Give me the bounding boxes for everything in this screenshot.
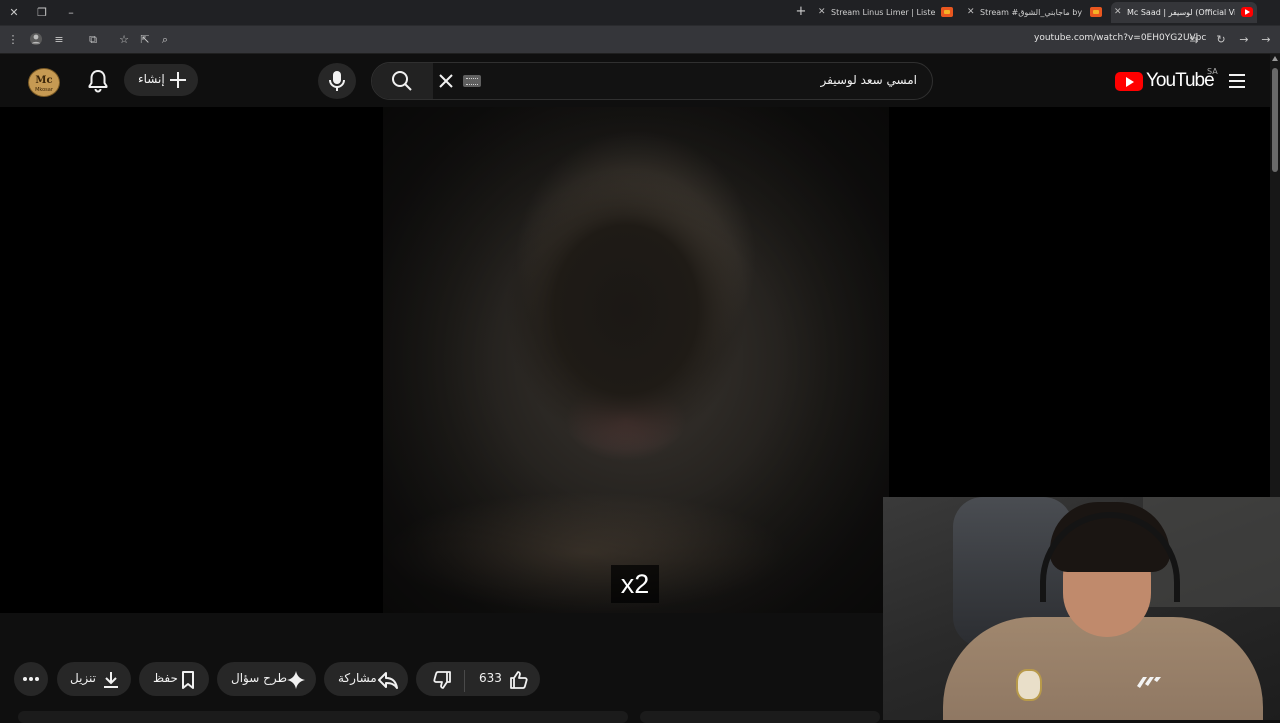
- webcam-overlay: [883, 497, 1280, 720]
- tab-close-icon[interactable]: ✕: [818, 2, 826, 23]
- tab-title: Stream Linus Limer | Listen to: [831, 8, 935, 17]
- search-input[interactable]: امسي سعد لوسيفر: [821, 73, 917, 87]
- youtube-header: Mc Mkosar إنشاء امسي سعد لوسيفر YouTube …: [0, 54, 1270, 107]
- tab-mc-saad-lucifer[interactable]: ✕ Mc Saad | لوسيفر (Official Visu: [1111, 2, 1257, 23]
- like-icon[interactable]: [507, 669, 529, 691]
- forward-icon[interactable]: →: [1236, 32, 1252, 48]
- close-window-icon[interactable]: ✕: [5, 4, 23, 21]
- search-icon: [392, 71, 412, 91]
- zoom-icon[interactable]: ⌕: [157, 32, 173, 48]
- tab-linus-limer[interactable]: ✕ Stream Linus Limer | Listen to: [815, 2, 957, 23]
- profile-icon[interactable]: [28, 32, 44, 48]
- more-actions-button[interactable]: [14, 662, 48, 696]
- share-page-icon[interactable]: ⇱: [137, 32, 153, 48]
- save-label: حفظ: [153, 671, 178, 685]
- bookmark-icon: [182, 671, 194, 689]
- reading-list-icon[interactable]: ≡: [51, 32, 67, 48]
- description-box-edge: [18, 711, 628, 723]
- search-button[interactable]: [372, 63, 433, 99]
- like-count[interactable]: 633: [479, 671, 502, 685]
- video-frame[interactable]: [383, 107, 889, 613]
- create-label: إنشاء: [138, 72, 165, 86]
- avatar-subtext: Mkosar: [35, 87, 53, 93]
- youtube-favicon-icon: [1241, 7, 1253, 17]
- soundcloud-favicon-icon: [941, 7, 953, 17]
- minimize-window-icon[interactable]: –: [62, 4, 80, 21]
- save-button[interactable]: حفظ: [139, 662, 209, 696]
- video-actions-row: تنزيل حفظ طرح سؤال مشاركة 633: [0, 660, 880, 696]
- ask-question-button[interactable]: طرح سؤال: [217, 662, 316, 696]
- download-label: تنزيل: [70, 671, 97, 685]
- youtube-logo[interactable]: YouTube: [1115, 70, 1215, 93]
- menu-dots-icon[interactable]: ⋮: [5, 32, 21, 48]
- like-dislike-group: 633: [416, 662, 540, 696]
- tab-title: Mc Saad | لوسيفر (Official Visu: [1127, 8, 1235, 17]
- sparkle-icon: [287, 671, 305, 689]
- guide-menu-icon[interactable]: [1226, 72, 1248, 90]
- share-label: مشاركة: [338, 671, 377, 685]
- more-dots-icon: [23, 677, 39, 681]
- download-button[interactable]: تنزيل: [57, 662, 131, 696]
- region-code: SA: [1207, 67, 1218, 76]
- keyboard-icon[interactable]: [463, 75, 481, 87]
- tab-majabni-alshoug[interactable]: ✕ Stream #ماجابني_الشوق by stei: [964, 2, 1106, 23]
- dislike-icon[interactable]: [432, 669, 454, 691]
- search-box[interactable]: امسي سعد لوسيفر: [371, 62, 933, 100]
- youtube-wordmark: YouTube: [1146, 70, 1215, 91]
- soundcloud-favicon-icon: [1090, 7, 1102, 17]
- video-vignette: [383, 107, 889, 613]
- browser-tab-strip: ✕ ❐ – + ✕ Stream Linus Limer | Listen to…: [0, 0, 1280, 26]
- club-crest-icon: [1016, 669, 1042, 701]
- site-settings-icon[interactable]: ⇆: [1186, 32, 1202, 48]
- tab-title: Stream #ماجابني_الشوق by stei: [980, 8, 1084, 17]
- plus-icon: [170, 72, 186, 88]
- like-divider: [464, 670, 465, 692]
- extensions-icon[interactable]: ⧉: [85, 32, 101, 48]
- address-bar-url[interactable]: youtube.com/watch?v=0EH0YG2UVbc: [1034, 33, 1206, 43]
- tab-close-icon[interactable]: ✕: [1114, 2, 1122, 23]
- scrollbar-thumb[interactable]: [1272, 68, 1278, 172]
- adidas-logo-icon: [1137, 677, 1161, 688]
- comments-box-edge: [640, 711, 880, 723]
- share-button[interactable]: مشاركة: [324, 662, 408, 696]
- scroll-up-arrow-icon[interactable]: [1272, 56, 1278, 61]
- clear-search-icon[interactable]: [434, 69, 458, 93]
- youtube-play-icon: [1115, 72, 1143, 91]
- ask-label: طرح سؤال: [231, 671, 288, 685]
- avatar[interactable]: Mc Mkosar: [28, 68, 60, 97]
- tab-close-icon[interactable]: ✕: [967, 2, 975, 23]
- bookmark-star-icon[interactable]: ☆: [116, 32, 132, 48]
- microphone-icon: [329, 71, 345, 91]
- download-icon: [104, 672, 118, 688]
- share-arrow-icon: [378, 672, 398, 689]
- back-icon[interactable]: →: [1258, 32, 1274, 48]
- browser-toolbar: ⋮ ≡ ⧉ ☆ ⇱ ⌕ youtube.com/watch?v=0EH0YG2U…: [0, 26, 1280, 54]
- voice-search-button[interactable]: [318, 63, 356, 99]
- notifications-bell-icon[interactable]: [86, 68, 110, 94]
- reload-icon[interactable]: ↻: [1213, 32, 1229, 48]
- restore-window-icon[interactable]: ❐: [33, 4, 51, 21]
- playback-speed-indicator: x2: [611, 565, 659, 603]
- avatar-initials: Mc: [35, 75, 53, 86]
- create-button[interactable]: إنشاء: [124, 64, 198, 96]
- new-tab-button[interactable]: +: [793, 4, 809, 20]
